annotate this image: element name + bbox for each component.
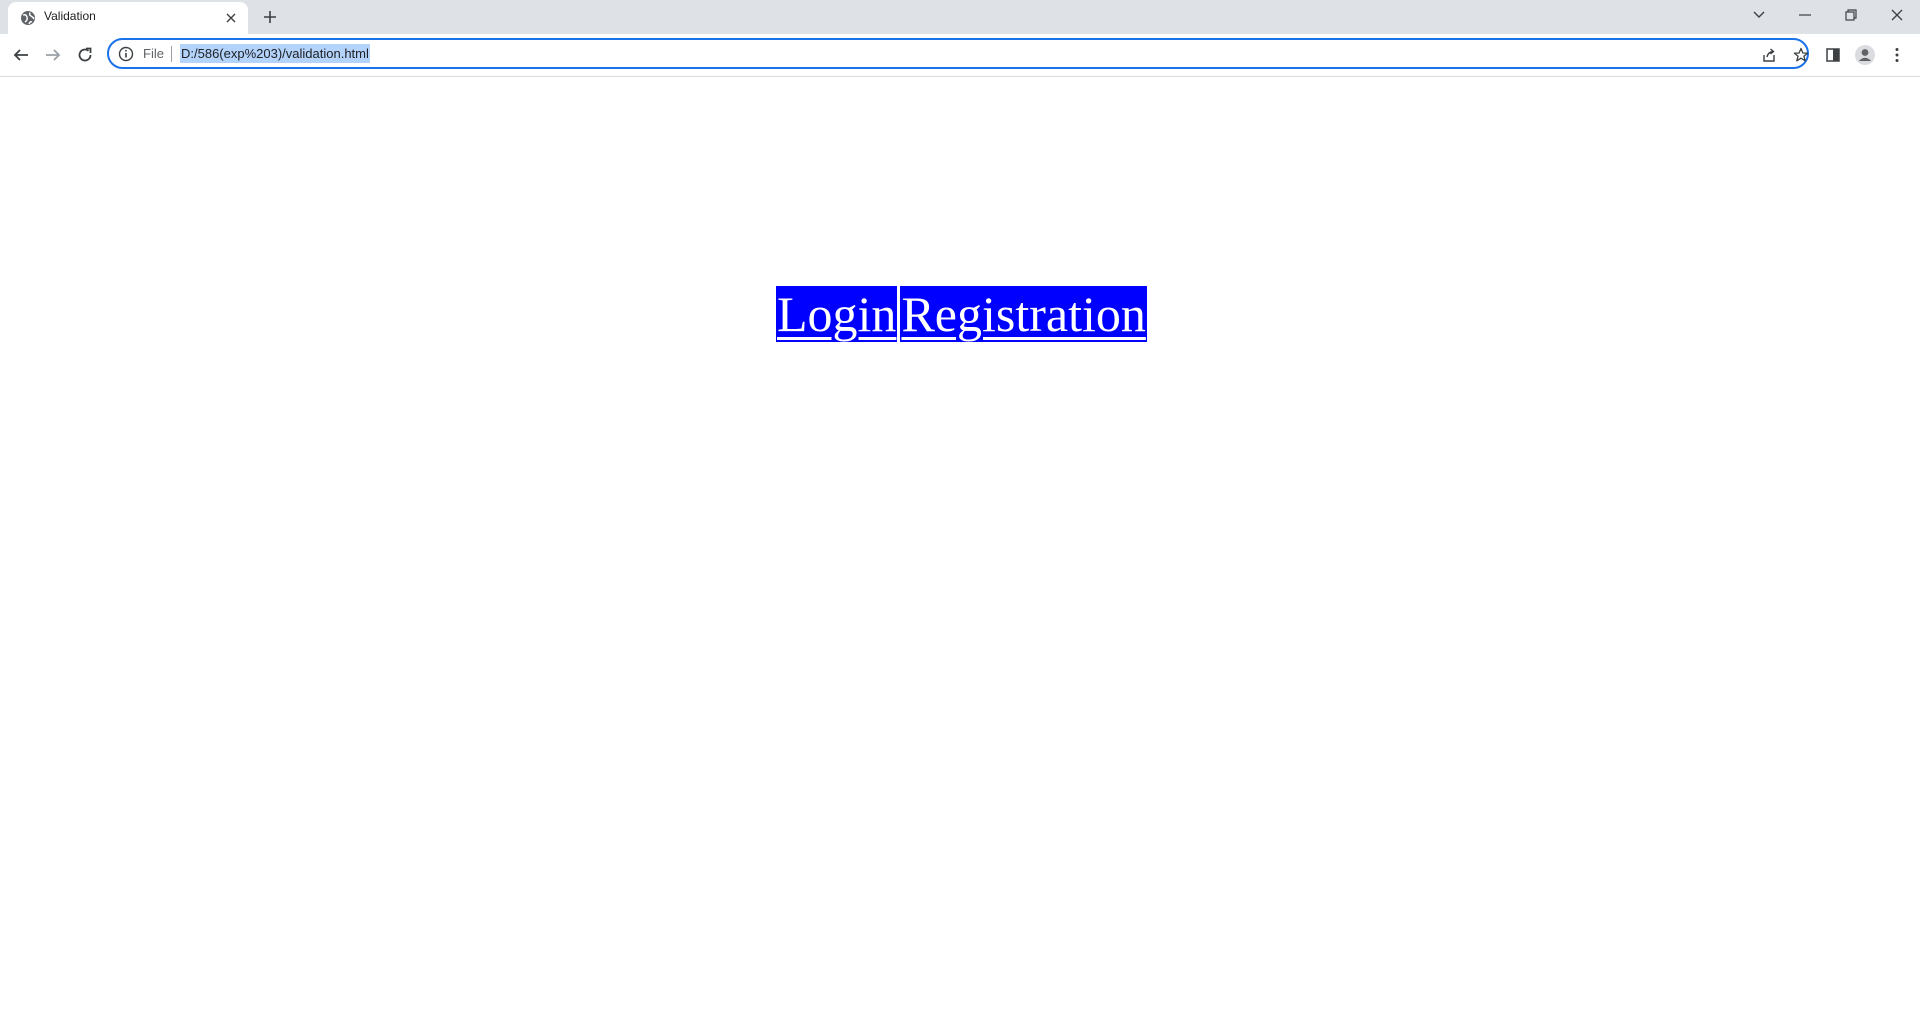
restore-icon[interactable]: [1828, 0, 1874, 30]
url-text[interactable]: D:/586(exp%203)/validation.html: [180, 44, 370, 63]
kebab-menu-icon[interactable]: [1884, 42, 1910, 68]
browser-toolbar: File D:/586(exp%203)/validation.html: [0, 34, 1920, 77]
address-bar[interactable]: File D:/586(exp%203)/validation.html: [107, 38, 1809, 69]
browser-tab[interactable]: Validation: [8, 2, 248, 34]
forward-arrow-icon[interactable]: [40, 42, 66, 68]
tab-search-icon[interactable]: [1736, 0, 1782, 30]
plus-icon[interactable]: [258, 5, 282, 29]
reload-icon[interactable]: [72, 42, 98, 68]
registration-link[interactable]: Registration: [900, 286, 1147, 342]
side-panel-icon[interactable]: [1820, 42, 1846, 68]
minimize-icon[interactable]: [1782, 0, 1828, 30]
tab-strip: Validation: [0, 0, 1920, 34]
omnibox-divider: [171, 46, 172, 62]
page-content: Login Registration: [0, 77, 1920, 1032]
close-tab-icon[interactable]: [222, 9, 240, 27]
back-arrow-icon[interactable]: [8, 42, 34, 68]
nav-links: Login Registration: [776, 286, 1147, 342]
login-link[interactable]: Login: [776, 286, 898, 342]
profile-avatar-icon[interactable]: [1852, 42, 1878, 68]
scheme-label: File: [143, 46, 164, 61]
star-icon[interactable]: [1791, 45, 1811, 65]
share-icon[interactable]: [1759, 45, 1779, 65]
globe-icon: [20, 10, 36, 26]
tab-title: Validation: [44, 9, 96, 23]
info-icon[interactable]: [118, 46, 134, 62]
close-icon[interactable]: [1874, 0, 1920, 30]
